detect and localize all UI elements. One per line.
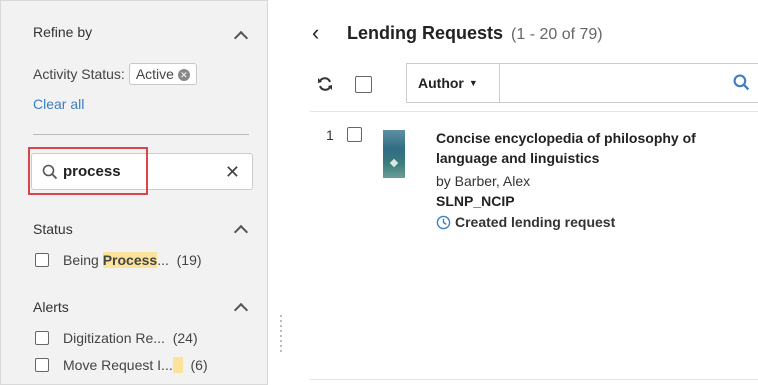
chevron-left-icon[interactable]: ‹ <box>312 20 319 46</box>
filter-chip-label: Active <box>135 66 174 82</box>
search-highlight <box>172 357 183 373</box>
clear-all-link[interactable]: Clear all <box>33 96 84 112</box>
clock-icon <box>436 215 451 230</box>
facet-item-digitization[interactable]: Digitization Re... (24) <box>63 330 198 346</box>
facet-search-box: ✕ <box>31 153 253 190</box>
select-all-checkbox[interactable] <box>355 76 372 93</box>
status-facet-title: Status <box>33 221 73 237</box>
main-search-bar: Author ▼ <box>406 63 758 104</box>
caret-up-icon[interactable] <box>233 30 249 46</box>
row-checkbox[interactable] <box>347 127 362 142</box>
facet-item-label: Digitization Re... <box>63 330 165 346</box>
facet-item-count: (6) <box>190 357 208 373</box>
search-highlight: Process <box>102 252 158 268</box>
facet-item-move-request[interactable]: Move Request I... (6) <box>63 357 208 373</box>
filter-chip: Active ✕ <box>128 63 197 85</box>
facet-checkbox[interactable] <box>35 253 49 267</box>
caret-up-icon[interactable] <box>233 224 249 240</box>
facet-item-count: (19) <box>176 252 202 268</box>
caret-up-icon[interactable] <box>233 302 249 318</box>
page-title-text: Lending Requests <box>347 23 504 43</box>
panel-resize-handle[interactable] <box>280 312 288 352</box>
active-filter: Activity Status: Active ✕ <box>33 63 197 85</box>
row-index: 1 <box>326 127 334 143</box>
search-icon <box>42 164 58 180</box>
search-icon[interactable] <box>733 74 750 91</box>
facet-checkbox[interactable] <box>35 331 49 345</box>
record-author: by Barber, Alex <box>436 173 531 189</box>
main-search-input[interactable] <box>501 64 725 104</box>
facet-checkbox[interactable] <box>35 358 49 372</box>
divider <box>33 134 249 135</box>
alerts-facet-title: Alerts <box>33 299 69 315</box>
result-count: (1 - 20 of 79) <box>511 26 603 43</box>
divider <box>310 379 758 380</box>
record-title[interactable]: Concise encyclopedia of philosophy of la… <box>436 128 736 168</box>
record-status: Created lending request <box>436 214 615 230</box>
facet-search-input[interactable] <box>63 163 213 180</box>
page-title: Lending Requests (1 - 20 of 79) <box>347 23 603 44</box>
activity-status-label: Activity Status: <box>33 66 125 82</box>
facet-item-count: (24) <box>172 330 198 346</box>
refresh-icon[interactable] <box>317 76 333 92</box>
facet-item-label: Move Request I... <box>63 357 173 373</box>
chip-remove-icon[interactable]: ✕ <box>177 69 190 82</box>
close-icon[interactable]: ✕ <box>225 162 240 183</box>
search-field-dropdown[interactable]: Author ▼ <box>407 64 500 102</box>
divider <box>310 111 758 112</box>
facet-item-label: Being <box>63 252 103 268</box>
search-field-label: Author <box>418 75 464 91</box>
caret-down-icon: ▼ <box>468 78 478 88</box>
facet-item-being-processed[interactable]: Being Process... (19) <box>63 252 202 268</box>
refine-by-title: Refine by <box>33 24 93 40</box>
facet-sidebar: Refine by Activity Status: Active ✕ Clear … <box>0 0 268 385</box>
book-cover-thumbnail[interactable] <box>383 130 405 178</box>
facet-item-ellipsis: ... <box>157 252 169 268</box>
record-code: SLNP_NCIP <box>436 193 515 209</box>
record-status-text: Created lending request <box>455 214 616 230</box>
